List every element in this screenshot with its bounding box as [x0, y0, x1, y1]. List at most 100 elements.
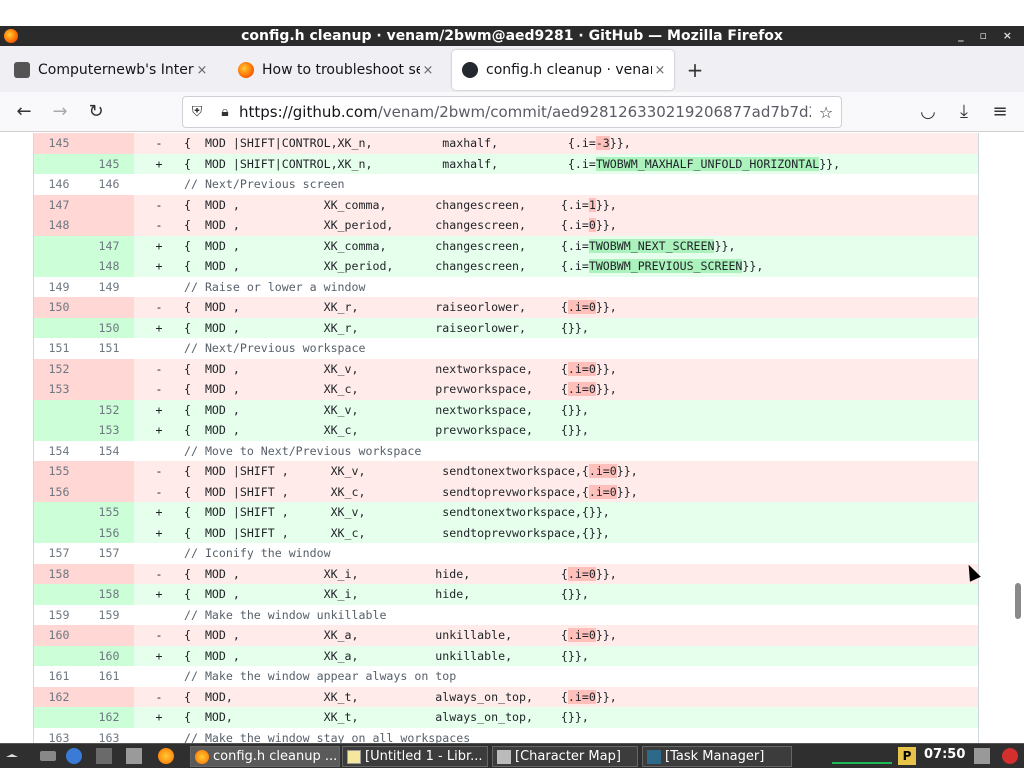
close-tab-icon[interactable]: ×: [420, 63, 436, 78]
new-line-number[interactable]: 145: [84, 153, 134, 174]
old-line-number[interactable]: [34, 502, 84, 523]
new-line-number[interactable]: 162: [84, 707, 134, 728]
old-line-number[interactable]: 152: [34, 358, 84, 379]
diff-sign: +: [155, 505, 163, 519]
old-line-number[interactable]: 163: [34, 728, 84, 744]
new-line-number[interactable]: 153: [84, 420, 134, 441]
scrollbar[interactable]: [1014, 133, 1022, 743]
new-line-number[interactable]: 154: [84, 441, 134, 462]
old-line-number[interactable]: 147: [34, 194, 84, 215]
old-line-number[interactable]: 148: [34, 215, 84, 236]
taskbar-item-label: [Untitled 1 - Libr...: [365, 749, 483, 764]
new-line-number[interactable]: [84, 481, 134, 502]
new-line-number[interactable]: [84, 625, 134, 646]
old-line-number[interactable]: 149: [34, 277, 84, 298]
new-line-number[interactable]: 149: [84, 277, 134, 298]
old-line-number[interactable]: 146: [34, 174, 84, 195]
close-tab-icon[interactable]: ×: [194, 63, 210, 78]
window-title: config.h cleanup · venam/2bwm@aed9281 · …: [241, 28, 783, 44]
url-text[interactable]: https://github.com/venam/2bwm/commit/aed…: [239, 103, 811, 121]
old-line-number[interactable]: [34, 584, 84, 605]
taskbar-item-task-manager[interactable]: [Task Manager]: [642, 746, 792, 767]
tab-config-cleanup[interactable]: config.h cleanup · venam ×: [452, 50, 674, 90]
network-icon[interactable]: [974, 748, 990, 764]
window-controls[interactable]: _ ▫ ×: [958, 26, 1018, 46]
bookmark-star-icon[interactable]: ☆: [811, 103, 841, 122]
old-line-number[interactable]: 159: [34, 605, 84, 626]
start-menu-icon[interactable]: [6, 754, 18, 757]
new-line-number[interactable]: 163: [84, 728, 134, 744]
new-line-number[interactable]: [84, 358, 134, 379]
old-line-number[interactable]: 157: [34, 543, 84, 564]
hamburger-menu-icon[interactable]: ≡: [988, 100, 1012, 124]
new-line-number[interactable]: 155: [84, 502, 134, 523]
old-line-number[interactable]: [34, 645, 84, 666]
new-line-number[interactable]: 157: [84, 543, 134, 564]
old-line-number[interactable]: [34, 256, 84, 277]
old-line-number[interactable]: 151: [34, 338, 84, 359]
old-line-number[interactable]: [34, 522, 84, 543]
old-line-number[interactable]: [34, 707, 84, 728]
old-line-number[interactable]: 155: [34, 461, 84, 482]
tab-computernewb[interactable]: Computernewb's Interne ×: [4, 50, 216, 90]
new-line-number[interactable]: [84, 133, 134, 154]
tab-troubleshoot[interactable]: How to troubleshoot sec ×: [228, 50, 442, 90]
new-line-number[interactable]: [84, 461, 134, 482]
new-line-number[interactable]: 148: [84, 256, 134, 277]
firefox-launcher-icon[interactable]: [158, 748, 174, 764]
back-button[interactable]: ←: [12, 100, 36, 124]
lock-icon[interactable]: 🔒︎: [211, 104, 239, 120]
old-line-number[interactable]: [34, 153, 84, 174]
old-line-number[interactable]: 156: [34, 481, 84, 502]
old-line-number[interactable]: 160: [34, 625, 84, 646]
new-line-number[interactable]: [84, 297, 134, 318]
new-line-number[interactable]: 156: [84, 522, 134, 543]
old-line-number[interactable]: [34, 420, 84, 441]
new-tab-button[interactable]: +: [683, 58, 707, 82]
browser-launcher-icon[interactable]: [66, 748, 82, 764]
old-line-number[interactable]: 154: [34, 441, 84, 462]
code-text: // Move to Next/Previous workspace: [184, 443, 422, 458]
taskbar-item-libreoffice[interactable]: [Untitled 1 - Libr...: [342, 746, 488, 767]
new-line-number[interactable]: 150: [84, 317, 134, 338]
new-line-number[interactable]: 161: [84, 666, 134, 687]
new-line-number[interactable]: [84, 686, 134, 707]
old-line-number[interactable]: [34, 317, 84, 338]
download-icon[interactable]: ⤓: [952, 100, 976, 124]
diff-code: // Next/Previous workspace: [184, 338, 978, 359]
old-line-number[interactable]: 145: [34, 133, 84, 154]
new-line-number[interactable]: 159: [84, 605, 134, 626]
app-launcher-icon[interactable]: [96, 748, 112, 764]
taskbar-item-character-map[interactable]: [Character Map]: [492, 746, 638, 767]
new-line-number[interactable]: [84, 379, 134, 400]
old-line-number[interactable]: [34, 235, 84, 256]
old-line-number[interactable]: 150: [34, 297, 84, 318]
new-line-number[interactable]: 160: [84, 645, 134, 666]
old-line-number[interactable]: 158: [34, 563, 84, 584]
pocket-icon[interactable]: ◡: [916, 100, 940, 124]
show-desktop-icon[interactable]: [40, 751, 56, 761]
new-line-number[interactable]: [84, 194, 134, 215]
new-line-number[interactable]: 151: [84, 338, 134, 359]
scrollbar-thumb[interactable]: [1015, 583, 1021, 619]
close-tab-icon[interactable]: ×: [652, 63, 668, 78]
new-line-number[interactable]: 152: [84, 399, 134, 420]
old-line-number[interactable]: [34, 399, 84, 420]
taskbar-item-firefox[interactable]: config.h cleanup ...: [190, 746, 340, 767]
forward-button[interactable]: →: [48, 100, 72, 124]
old-line-number[interactable]: 161: [34, 666, 84, 687]
new-line-number[interactable]: [84, 215, 134, 236]
new-line-number[interactable]: [84, 563, 134, 584]
new-line-number[interactable]: 146: [84, 174, 134, 195]
reload-button[interactable]: ↻: [84, 100, 108, 124]
code-text: }},: [714, 238, 736, 253]
shield-icon[interactable]: ⛨: [183, 104, 211, 120]
url-bar[interactable]: ⛨ 🔒︎ https://github.com/venam/2bwm/commi…: [182, 96, 842, 128]
old-line-number[interactable]: 162: [34, 686, 84, 707]
power-icon[interactable]: [1002, 748, 1018, 764]
old-line-number[interactable]: 153: [34, 379, 84, 400]
app-launcher-icon[interactable]: [126, 748, 142, 764]
clipboard-indicator-icon[interactable]: P: [898, 747, 916, 765]
new-line-number[interactable]: 158: [84, 584, 134, 605]
new-line-number[interactable]: 147: [84, 235, 134, 256]
